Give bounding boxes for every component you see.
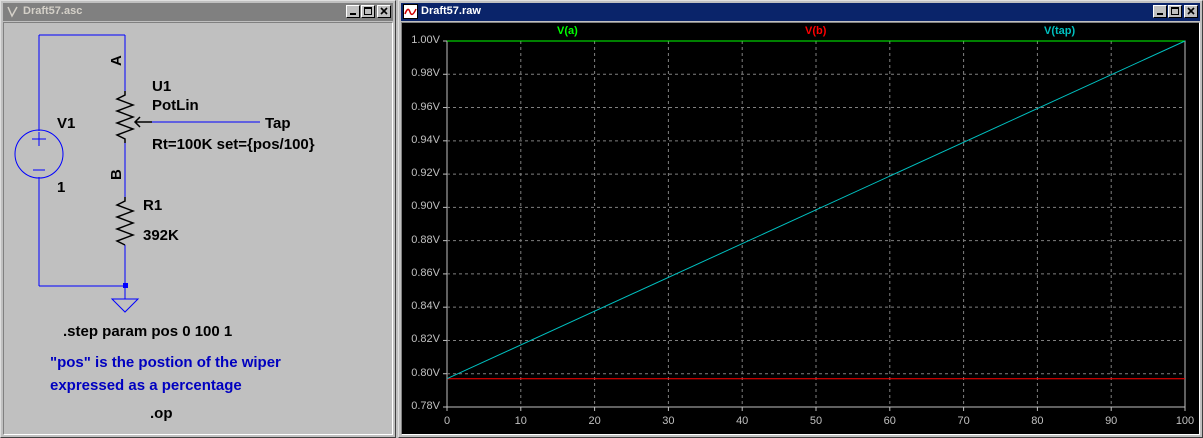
x-tick-label: 50 [809, 415, 823, 427]
ground-symbol [110, 298, 140, 313]
y-tick-label: 0.86V [411, 266, 440, 279]
close-icon [1187, 7, 1195, 15]
x-tick-label: 90 [1105, 415, 1118, 427]
y-tick-label: 0.80V [411, 366, 440, 379]
schematic-titlebar[interactable]: Draft57.asc [3, 3, 393, 21]
u1-name: U1 [152, 78, 172, 95]
pin-b-label: B [108, 169, 125, 180]
resistor-symbol [114, 197, 136, 246]
minimize-icon [1157, 13, 1163, 15]
minimize-icon [350, 13, 356, 15]
waveform-chart[interactable] [402, 23, 1199, 436]
waveform-titlebar[interactable]: Draft57.raw [401, 3, 1200, 21]
close-button[interactable] [377, 5, 391, 18]
schematic-drawing: A B [14, 34, 260, 313]
x-tick-label: 10 [514, 415, 527, 427]
x-tick-label: 40 [736, 415, 749, 427]
junction-node [123, 283, 128, 288]
y-tick-label: 0.88V [411, 233, 440, 246]
y-tick-label: 0.94V [411, 133, 440, 146]
op-directive[interactable]: .op [150, 405, 173, 422]
x-tick-label: 20 [588, 415, 601, 427]
u1-params: Rt=100K set={pos/100} [152, 136, 315, 153]
maximize-icon [364, 7, 372, 15]
y-tick-label: 1.00V [411, 34, 440, 46]
r1-name: R1 [143, 197, 163, 214]
close-icon [380, 7, 388, 15]
waveform-plot-area[interactable]: V(a) V(b) V(tap) 0.78V 0.80V 0.82V 0.84V 0.8… [401, 22, 1200, 435]
waveform-icon [403, 4, 418, 19]
tap-label: Tap [265, 115, 291, 132]
y-tick-label: 0.84V [411, 300, 440, 313]
x-tick-label: 70 [957, 415, 970, 427]
wiper-arrow [133, 116, 152, 128]
minimize-button[interactable] [1153, 5, 1167, 18]
y-tick-label: 0.78V [411, 400, 440, 412]
x-tick-label: 30 [662, 415, 675, 427]
y-tick-label: 0.98V [411, 67, 440, 80]
waveform-title: Draft57.raw [421, 5, 481, 17]
minimize-button[interactable] [346, 5, 360, 18]
x-tick-label: 80 [1031, 415, 1044, 427]
schematic-window[interactable]: Draft57.asc A B V1 1 U1 PotLin Tap Rt=10… [0, 0, 396, 438]
x-tick-label: 100 [1175, 415, 1195, 427]
pin-a-label: A [108, 55, 125, 66]
u1-model: PotLin [152, 97, 199, 114]
schematic-canvas[interactable]: A B V1 1 U1 PotLin Tap Rt=100K set={pos/… [3, 22, 393, 435]
potentiometer-symbol [114, 91, 136, 143]
maximize-button[interactable] [361, 5, 375, 18]
step-directive[interactable]: .step param pos 0 100 1 [63, 323, 232, 340]
schematic-icon [7, 6, 18, 18]
maximize-button[interactable] [1168, 5, 1182, 18]
v1-value: 1 [57, 179, 66, 196]
schematic-title: Draft57.asc [23, 5, 83, 17]
y-tick-label: 0.92V [411, 167, 440, 180]
y-tick-label: 0.90V [411, 200, 440, 213]
x-tick-label: 60 [883, 415, 896, 427]
y-tick-label: 0.96V [411, 100, 440, 113]
waveform-window[interactable]: Draft57.raw V(a) V(b) V(tap) 0.78V 0.80V 0… [398, 0, 1203, 438]
y-tick-label: 0.82V [411, 333, 440, 346]
comment-line-2[interactable]: expressed as a percentage [50, 377, 242, 394]
v1-name: V1 [57, 115, 76, 132]
r1-value: 392K [143, 227, 179, 244]
close-button[interactable] [1184, 5, 1198, 18]
x-tick-label: 0 [443, 415, 451, 427]
comment-line-1[interactable]: "pos" is the postion of the wiper [50, 354, 281, 371]
maximize-icon [1171, 7, 1179, 15]
